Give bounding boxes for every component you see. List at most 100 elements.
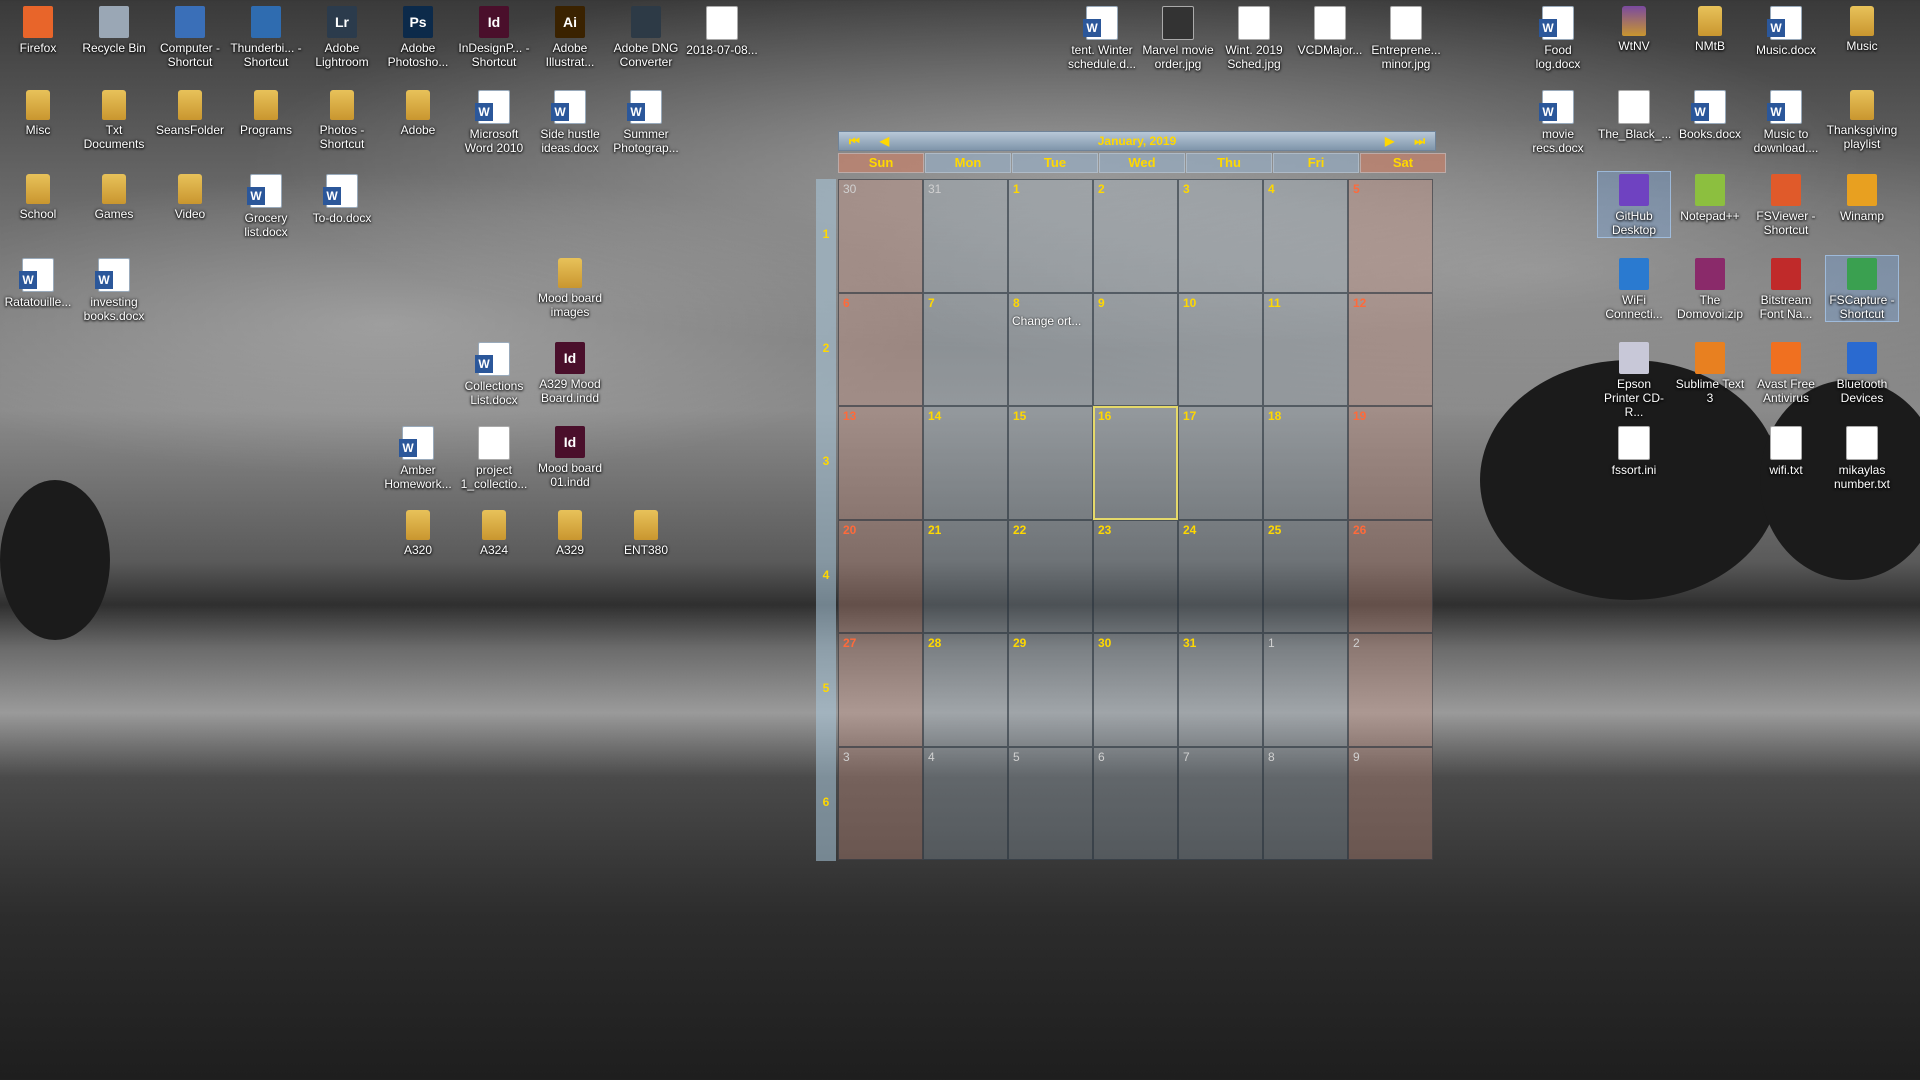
calendar-day[interactable]: 8 Change ort... [1008, 292, 1093, 406]
calendar-day[interactable]: 17 [1178, 406, 1263, 520]
desktop-icon-ratatouille[interactable]: Ratatouille... [2, 256, 74, 309]
desktop-icon-microsoft-word-2010[interactable]: Microsoft Word 2010 [458, 88, 530, 155]
calendar-day[interactable]: 1 [1008, 179, 1093, 293]
desktop-icon-adobe-photosho[interactable]: Ps Adobe Photosho... [382, 4, 454, 69]
desktop-icon-investing-books-docx[interactable]: investing books.docx [78, 256, 150, 323]
desktop-icon-the-domovoi-zip[interactable]: The Domovoi.zip [1674, 256, 1746, 321]
next-year-button[interactable]: ⏭ [1404, 134, 1435, 149]
calendar-day[interactable]: 9 [1093, 292, 1178, 406]
calendar-day[interactable]: 7 [1178, 746, 1263, 860]
calendar-day[interactable]: 19 [1348, 406, 1433, 520]
desktop-icon-indesignp-shortcut[interactable]: Id InDesignP... - Shortcut [458, 4, 530, 69]
calendar-day[interactable]: 6 [1093, 746, 1178, 860]
calendar-day-today[interactable]: 16 [1093, 406, 1178, 520]
calendar-day[interactable]: 3 [1178, 179, 1263, 293]
desktop-icon-wifi-connecti[interactable]: WiFi Connecti... [1598, 256, 1670, 321]
desktop-icon-nmtb[interactable]: NMtB [1674, 4, 1746, 53]
desktop-icon-adobe[interactable]: Adobe [382, 88, 454, 137]
calendar-day[interactable]: 21 [923, 519, 1008, 633]
calendar-day[interactable]: 20 [838, 519, 923, 633]
desktop-icon-bitstream-font-na[interactable]: Bitstream Font Na... [1750, 256, 1822, 321]
calendar-day[interactable]: 13 [838, 406, 923, 520]
desktop-icon-marvel-movie-order-jpg[interactable]: Marvel movie order.jpg [1142, 4, 1214, 71]
calendar-day[interactable]: 2 [1348, 633, 1433, 747]
desktop-icon-side-hustle-ideas-docx[interactable]: Side hustle ideas.docx [534, 88, 606, 155]
calendar-day[interactable]: 11 [1263, 292, 1348, 406]
desktop-icon-txt-documents[interactable]: Txt Documents [78, 88, 150, 151]
calendar-day[interactable]: 31 [923, 179, 1008, 293]
desktop-icon-sublime-text-3[interactable]: Sublime Text 3 [1674, 340, 1746, 405]
desktop-icon-summer-photograp[interactable]: Summer Photograp... [610, 88, 682, 155]
desktop-icon-2018-07-08[interactable]: 2018-07-08... [686, 4, 758, 57]
prev-month-button[interactable]: ◀ [870, 134, 899, 149]
calendar-day[interactable]: 12 [1348, 292, 1433, 406]
desktop-icon-computer-shortcut[interactable]: Computer - Shortcut [154, 4, 226, 69]
calendar-day[interactable]: 10 [1178, 292, 1263, 406]
desktop-icon-movie-recs-docx[interactable]: movie recs.docx [1522, 88, 1594, 155]
calendar-day[interactable]: 15 [1008, 406, 1093, 520]
calendar-day[interactable]: 24 [1178, 519, 1263, 633]
calendar-day[interactable]: 27 [838, 633, 923, 747]
desktop-icon-programs[interactable]: Programs [230, 88, 302, 137]
desktop-icon-music[interactable]: Music [1826, 4, 1898, 53]
desktop-icon-adobe-lightroom[interactable]: Lr Adobe Lightroom [306, 4, 378, 69]
calendar-day[interactable]: 4 [923, 746, 1008, 860]
calendar-day[interactable]: 18 [1263, 406, 1348, 520]
calendar-day[interactable]: 25 [1263, 519, 1348, 633]
desktop-icon-misc[interactable]: Misc [2, 88, 74, 137]
calendar-day[interactable]: 31 [1178, 633, 1263, 747]
desktop-icon-ent380[interactable]: ENT380 [610, 508, 682, 557]
calendar-day[interactable]: 6 [838, 292, 923, 406]
desktop-calendar-widget[interactable]: ⏮ ◀ January, 2019 ▶ ⏭ Sun Mon Tue Wed Thu Fri… [816, 131, 1446, 861]
desktop-icon-music-to-download[interactable]: Music to download.... [1750, 88, 1822, 155]
desktop-icon-grocery-list-docx[interactable]: Grocery list.docx [230, 172, 302, 239]
desktop-icon-adobe-dng-converter[interactable]: Adobe DNG Converter [610, 4, 682, 69]
calendar-day[interactable]: 28 [923, 633, 1008, 747]
desktop-icon-project-1-collectio[interactable]: project 1_collectio... [458, 424, 530, 491]
desktop-icon-games[interactable]: Games [78, 172, 150, 221]
calendar-day[interactable]: 7 [923, 292, 1008, 406]
calendar-day[interactable]: 2 [1093, 179, 1178, 293]
calendar-day[interactable]: 22 [1008, 519, 1093, 633]
calendar-day[interactable]: 30 [838, 179, 923, 293]
desktop-icon-a329[interactable]: A329 [534, 508, 606, 557]
prev-year-button[interactable]: ⏮ [839, 134, 870, 149]
calendar-day[interactable]: 5 [1008, 746, 1093, 860]
calendar-event[interactable]: Change ort... [1012, 314, 1081, 328]
desktop-icon-a320[interactable]: A320 [382, 508, 454, 557]
desktop-icon-fscapture-shortcut[interactable]: FSCapture - Shortcut [1825, 255, 1899, 322]
calendar-day[interactable]: 8 [1263, 746, 1348, 860]
calendar-day[interactable]: 23 [1093, 519, 1178, 633]
desktop-icon-food-log-docx[interactable]: Food log.docx [1522, 4, 1594, 71]
calendar-day[interactable]: 4 [1263, 179, 1348, 293]
desktop-icon-adobe-illustrat[interactable]: Ai Adobe Illustrat... [534, 4, 606, 69]
desktop-icon-a324[interactable]: A324 [458, 508, 530, 557]
calendar-day[interactable]: 14 [923, 406, 1008, 520]
desktop-icon-avast-free-antivirus[interactable]: Avast Free Antivirus [1750, 340, 1822, 405]
desktop-icon-thunderbi-shortcut[interactable]: Thunderbi... - Shortcut [230, 4, 302, 69]
calendar-day[interactable]: 26 [1348, 519, 1433, 633]
desktop-icon-mood-board-images[interactable]: Mood board images [534, 256, 606, 319]
desktop-icon-collections-list-docx[interactable]: Collections List.docx [458, 340, 530, 407]
desktop-icon-bluetooth-devices[interactable]: Bluetooth Devices [1826, 340, 1898, 405]
desktop-icon-wtnv[interactable]: WtNV [1598, 4, 1670, 53]
desktop-icon-notepad[interactable]: Notepad++ [1674, 172, 1746, 223]
calendar-day[interactable]: 9 [1348, 746, 1433, 860]
desktop-icon-recycle-bin[interactable]: Recycle Bin [78, 4, 150, 55]
desktop-icon-winamp[interactable]: Winamp [1826, 172, 1898, 223]
calendar-day[interactable]: 30 [1093, 633, 1178, 747]
desktop-icon-wifi-txt[interactable]: wifi.txt [1750, 424, 1822, 477]
desktop-icon-fsviewer-shortcut[interactable]: FSViewer - Shortcut [1750, 172, 1822, 237]
desktop-icon-thanksgiving-playlist[interactable]: Thanksgiving playlist [1826, 88, 1898, 151]
desktop-icon-entreprene-minor-jpg[interactable]: Entreprene... minor.jpg [1370, 4, 1442, 71]
calendar-day[interactable]: 1 [1263, 633, 1348, 747]
desktop-icon-mikaylas-number-txt[interactable]: mikaylas number.txt [1826, 424, 1898, 491]
desktop-icon-mood-board-01-indd[interactable]: Id Mood board 01.indd [534, 424, 606, 489]
desktop-icon-firefox[interactable]: Firefox [2, 4, 74, 55]
desktop-icon-seansfolder[interactable]: SeansFolder [154, 88, 226, 137]
calendar-day[interactable]: 3 [838, 746, 923, 860]
desktop-icon-a329-mood-board-indd[interactable]: Id A329 Mood Board.indd [534, 340, 606, 405]
desktop-icon-photos-shortcut[interactable]: Photos - Shortcut [306, 88, 378, 151]
desktop-icon-epson-printer-cd-r[interactable]: Epson Printer CD-R... [1598, 340, 1670, 419]
desktop-icon-github-desktop[interactable]: GitHub Desktop [1597, 171, 1671, 238]
